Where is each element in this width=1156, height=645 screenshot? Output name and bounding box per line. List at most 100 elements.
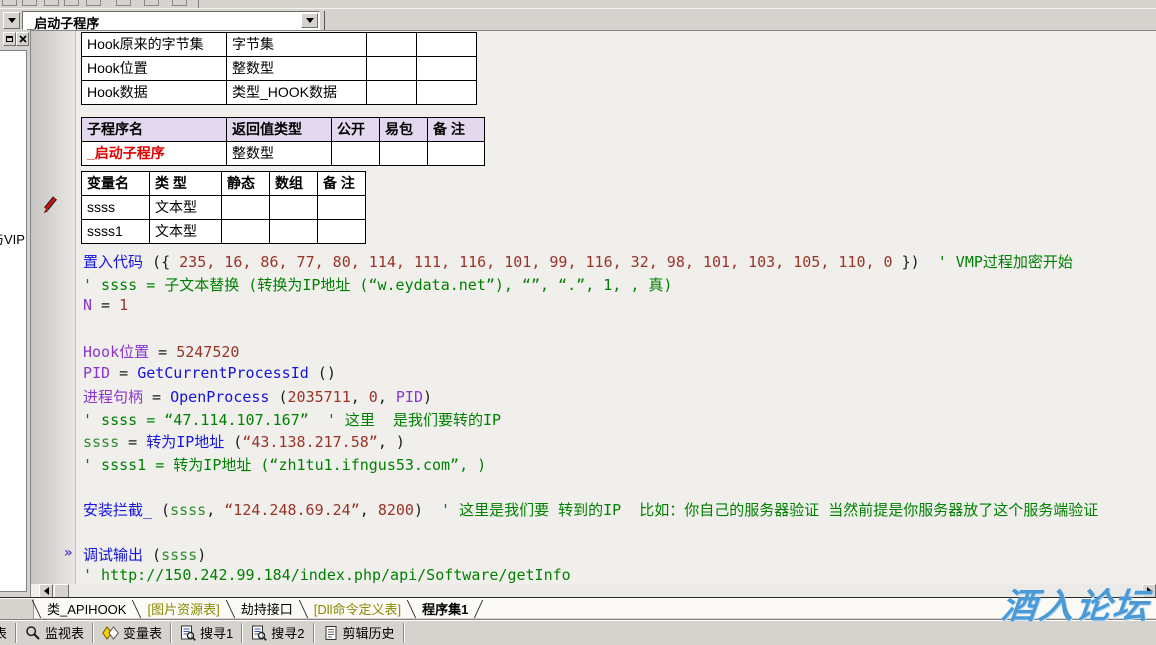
- scroll-left-button[interactable]: [39, 584, 53, 597]
- toolbar-icon[interactable]: [144, 0, 159, 6]
- data-cell[interactable]: [380, 142, 428, 166]
- data-cell[interactable]: 类型_HOOK数据: [227, 81, 367, 105]
- data-cell[interactable]: Hook位置: [82, 57, 227, 81]
- code-line[interactable]: 安装拦截_ (ssss, “124.248.69.24”, 8200) ' 这里…: [83, 499, 1098, 519]
- code-token: 安装拦截_: [83, 501, 152, 519]
- combobox-arrow-button[interactable]: [301, 13, 318, 28]
- code-line[interactable]: ' ssss = “47.114.107.167” ' 这里 是我们要转的IP: [83, 409, 501, 429]
- data-cell[interactable]: [417, 33, 477, 57]
- code-line[interactable]: 调试输出 (ssss): [83, 544, 206, 564]
- cutoff-toolbar-item[interactable]: 表: [0, 623, 15, 643]
- toolbar-icon[interactable]: [44, 0, 59, 6]
- toolbar-cutoff: [0, 0, 1156, 8]
- code-line[interactable]: PID = GetCurrentProcessId (): [83, 364, 336, 384]
- tab-4[interactable]: [Dll命令定义表]: [304, 600, 411, 619]
- code-line[interactable]: 置入代码 ({ 235, 16, 86, 77, 80, 114, 111, 1…: [83, 251, 1073, 271]
- status-button-变量表[interactable]: 变量表: [94, 623, 170, 643]
- tab-2[interactable]: [图片资源表]: [137, 600, 229, 619]
- header-cell[interactable]: 子程序名: [82, 118, 227, 142]
- code-token: ' VMP过程加密开始: [938, 253, 1073, 271]
- data-cell[interactable]: [428, 142, 485, 166]
- code-line[interactable]: ' ssss1 = 转为IP地址 (“zh1tu1.ifngus53.com”,…: [83, 454, 486, 474]
- code-line[interactable]: Hook位置 = 5247520: [83, 341, 239, 361]
- code-editor[interactable]: 置入代码 ({ 235, 16, 86, 77, 80, 114, 111, 1…: [30, 30, 1156, 597]
- toolbar-icon[interactable]: [116, 0, 131, 6]
- scrollbar-thumb[interactable]: [54, 584, 69, 597]
- data-cell[interactable]: [417, 81, 477, 105]
- status-button-剪辑历史[interactable]: 剪辑历史: [315, 623, 403, 643]
- data-cell[interactable]: [318, 196, 366, 220]
- code-token: (: [269, 388, 287, 406]
- table-row[interactable]: ssss1文本型: [82, 220, 366, 244]
- header-cell[interactable]: 易包: [380, 118, 428, 142]
- toolbar-icon[interactable]: [2, 0, 17, 6]
- code-token: 调试输出: [83, 546, 143, 564]
- data-cell[interactable]: [270, 196, 318, 220]
- status-button-label: 剪辑历史: [343, 623, 395, 642]
- data-cell[interactable]: 整数型: [227, 57, 367, 81]
- close-button[interactable]: [16, 32, 29, 46]
- status-button-搜寻1[interactable]: 搜寻1: [172, 623, 241, 643]
- table-row[interactable]: Hook位置整数型: [82, 57, 477, 81]
- table-row[interactable]: ssss文本型: [82, 196, 366, 220]
- code-token: N: [83, 296, 92, 314]
- header-cell[interactable]: 公开: [332, 118, 380, 142]
- data-cell[interactable]: _启动子程序: [82, 142, 227, 166]
- data-cell[interactable]: ssss1: [82, 220, 150, 244]
- horizontal-scrollbar[interactable]: [39, 584, 1156, 597]
- tab-1[interactable]: 类_APIHOOK: [37, 600, 136, 619]
- header-cell[interactable]: 变量名: [82, 172, 150, 196]
- data-cell[interactable]: [367, 57, 417, 81]
- header-cell[interactable]: 备 注: [318, 172, 366, 196]
- code-line[interactable]: N = 1: [83, 296, 128, 316]
- status-button-label: 监视表: [45, 623, 84, 642]
- header-cell[interactable]: 备 注: [428, 118, 485, 142]
- code-line[interactable]: ' http://150.242.99.184/index.php/api/So…: [83, 566, 571, 586]
- data-cell[interactable]: 文本型: [150, 196, 222, 220]
- table-row[interactable]: _启动子程序整数型: [82, 142, 485, 166]
- pencil-icon: [41, 195, 59, 220]
- dropdown-button[interactable]: [3, 12, 20, 29]
- data-cell[interactable]: 文本型: [150, 220, 222, 244]
- table-row[interactable]: Hook数据类型_HOOK数据: [82, 81, 477, 105]
- data-cell[interactable]: [367, 33, 417, 57]
- data-cell[interactable]: [222, 220, 270, 244]
- restore-icon: [6, 36, 13, 42]
- toolbar-icon[interactable]: [22, 0, 37, 6]
- data-cell[interactable]: [318, 220, 366, 244]
- chevron-down-icon: [306, 18, 314, 23]
- header-cell[interactable]: 静态: [222, 172, 270, 196]
- table-header-row[interactable]: 变量名类 型静态数组备 注: [82, 172, 366, 196]
- data-cell[interactable]: 整数型: [227, 142, 332, 166]
- data-cell[interactable]: [222, 196, 270, 220]
- header-cell[interactable]: 数组: [270, 172, 318, 196]
- tab-5[interactable]: 程序集1: [412, 600, 478, 619]
- toolbar-icon[interactable]: [64, 0, 79, 6]
- data-cell[interactable]: [270, 220, 318, 244]
- toolbar-icon[interactable]: [86, 0, 101, 6]
- data-cell[interactable]: Hook数据: [82, 81, 227, 105]
- data-cell[interactable]: Hook原来的字节集: [82, 33, 227, 57]
- data-cell[interactable]: [332, 142, 380, 166]
- data-cell[interactable]: [367, 81, 417, 105]
- code-line[interactable]: ssss = 转为IP地址 (“43.138.217.58”, ): [83, 431, 405, 451]
- code-token: ): [197, 546, 206, 564]
- table-header-row[interactable]: 子程序名返回值类型公开易包备 注: [82, 118, 485, 142]
- toolbar-icon[interactable]: [172, 0, 187, 6]
- data-cell[interactable]: [417, 57, 477, 81]
- bottom-toolbar: 表 监视表变量表搜寻1搜寻2 剪辑历史: [0, 619, 1156, 645]
- docked-side-panel[interactable]: 与VIP: [0, 50, 27, 592]
- data-cell[interactable]: ssss: [82, 196, 150, 220]
- table-row[interactable]: Hook原来的字节集字节集: [82, 33, 477, 57]
- code-token: 5247520: [176, 343, 239, 361]
- header-cell[interactable]: 返回值类型: [227, 118, 332, 142]
- restore-button[interactable]: [3, 32, 16, 46]
- code-line[interactable]: 进程句柄 = OpenProcess (2035711, 0, PID): [83, 386, 432, 406]
- header-cell[interactable]: 类 型: [150, 172, 222, 196]
- status-button-监视表[interactable]: 监视表: [17, 623, 92, 643]
- tab-3[interactable]: 劫持接口: [231, 600, 303, 619]
- subroutine-combobox[interactable]: _启动子程序: [22, 11, 320, 30]
- status-button-搜寻2[interactable]: 搜寻2: [243, 623, 312, 643]
- code-line[interactable]: ' ssss = 子文本替换 (转换为IP地址 (“w.eydata.net”)…: [83, 274, 672, 294]
- data-cell[interactable]: 字节集: [227, 33, 367, 57]
